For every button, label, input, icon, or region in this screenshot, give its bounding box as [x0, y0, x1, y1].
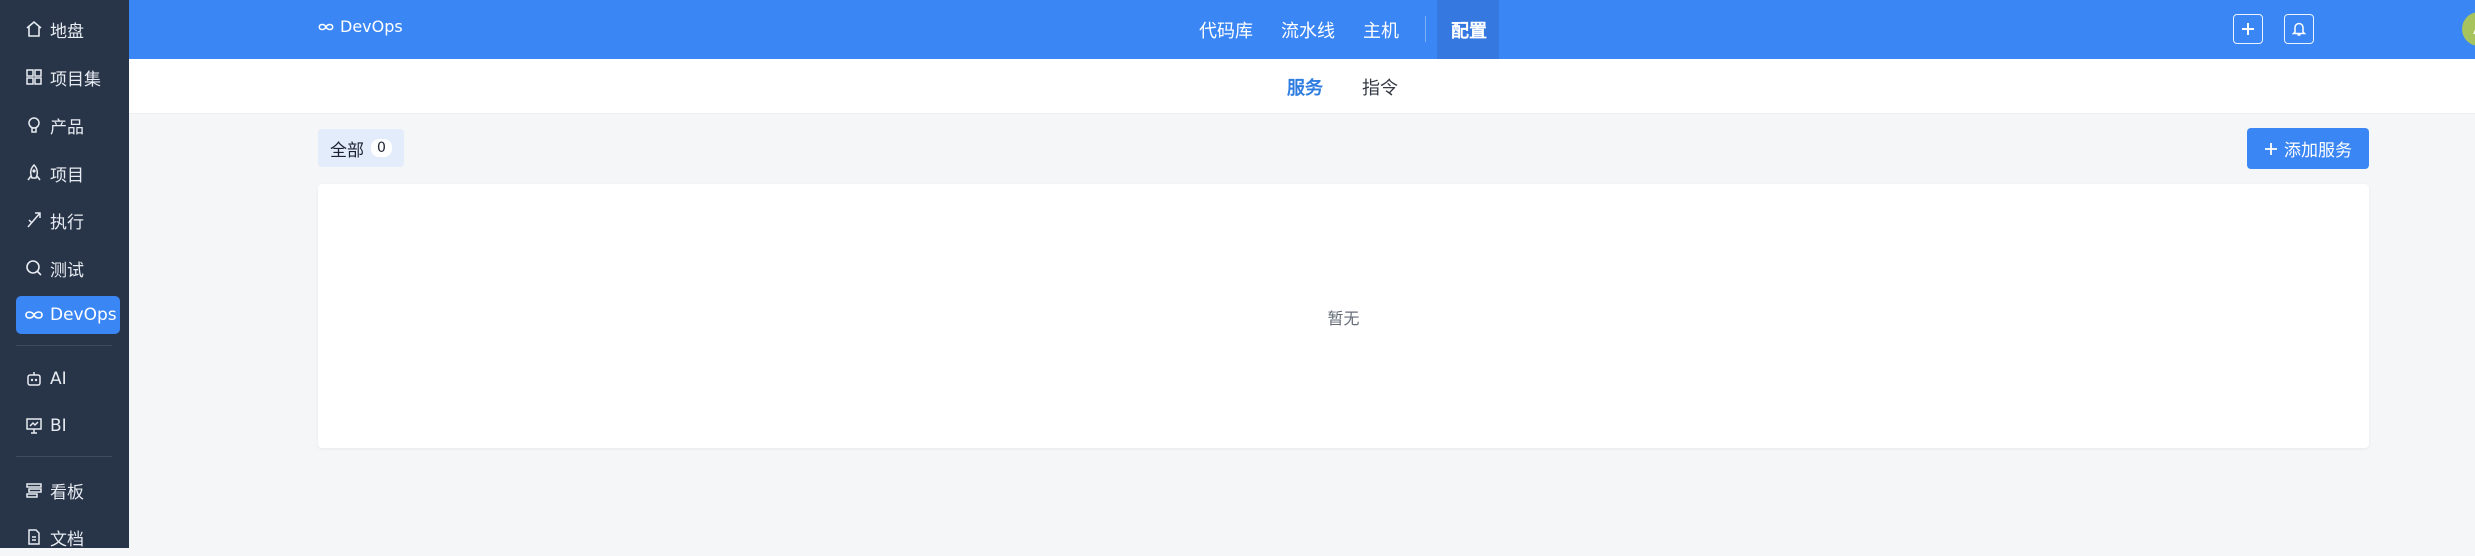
top-menu-host[interactable]: 主机 [1363, 0, 1399, 59]
chart-board-icon [24, 416, 44, 436]
top-menu-label: 代码库 [1199, 20, 1253, 42]
grid-icon [24, 67, 44, 87]
sidebar-divider [16, 345, 112, 346]
create-button[interactable] [2233, 14, 2263, 44]
infinity-icon [317, 22, 335, 32]
bell-icon [2291, 21, 2307, 37]
sidebar-item-label: 产品 [50, 117, 84, 138]
sidebar-item-label: 执行 [50, 212, 84, 233]
sidebar-item-label: 看板 [50, 482, 84, 503]
sidebar-item-dashboard[interactable]: 地盘 [16, 10, 120, 48]
sidebar-item-label: 地盘 [50, 21, 84, 42]
sidebar-item-product[interactable]: 产品 [16, 106, 120, 144]
sidebar: 地盘 项目集 产品 项目 执行 测试 DevOps AI BI 看板 文档 [0, 0, 129, 550]
plus-icon [2264, 142, 2278, 156]
sidebar-item-project[interactable]: 项目 [16, 154, 120, 192]
filter-all-chip[interactable]: 全部 0 [318, 129, 404, 167]
sidebar-item-label: 项目集 [50, 69, 101, 90]
filter-label: 全部 [330, 140, 364, 161]
user-avatar[interactable]: A [2462, 12, 2475, 46]
sidebar-item-execution[interactable]: 执行 [16, 201, 120, 239]
app-brand: DevOps [317, 17, 403, 36]
sidebar-item-label: DevOps [50, 305, 117, 325]
sidebar-item-label: AI [50, 369, 67, 389]
lightbulb-icon [24, 115, 44, 135]
add-service-button[interactable]: 添加服务 [2247, 128, 2369, 169]
top-menu-label: 配置 [1451, 20, 1487, 42]
infinity-icon [24, 305, 44, 325]
robot-icon [24, 369, 44, 389]
sidebar-item-test[interactable]: 测试 [16, 249, 120, 287]
tab-commands[interactable]: 指令 [1362, 74, 1398, 100]
sidebar-item-label: 文档 [50, 529, 84, 550]
notifications-button[interactable] [2284, 14, 2314, 44]
sidebar-divider [16, 456, 112, 457]
rocket-icon [24, 163, 44, 183]
brand-label: DevOps [340, 17, 403, 36]
service-list-panel: 暂无 [318, 184, 2369, 448]
top-menu-repo[interactable]: 代码库 [1199, 0, 1253, 59]
sidebar-item-ai[interactable]: AI [16, 360, 120, 398]
tab-label: 指令 [1362, 78, 1398, 99]
top-bar: DevOps 代码库 流水线 主机 配置 A [129, 0, 2475, 59]
filter-count-badge: 0 [371, 139, 392, 157]
top-menu-label: 主机 [1363, 20, 1399, 42]
sidebar-item-label: 测试 [50, 260, 84, 281]
top-menu-config[interactable]: 配置 [1451, 0, 1487, 59]
sidebar-item-docs[interactable]: 文档 [16, 518, 120, 556]
sub-nav: 服务 指令 [129, 59, 2475, 114]
top-menu-label: 流水线 [1281, 20, 1335, 42]
kanban-icon [24, 480, 44, 500]
home-icon [24, 19, 44, 39]
tab-services[interactable]: 服务 [1287, 74, 1323, 100]
top-menu-pipeline[interactable]: 流水线 [1281, 0, 1335, 59]
plus-icon [2240, 21, 2256, 37]
sidebar-item-program[interactable]: 项目集 [16, 58, 120, 96]
run-icon [24, 210, 44, 230]
sidebar-item-label: BI [50, 416, 67, 436]
document-icon [24, 527, 44, 547]
sidebar-item-devops[interactable]: DevOps [16, 296, 120, 334]
search-icon [24, 258, 44, 278]
tab-label: 服务 [1287, 78, 1323, 99]
sidebar-item-label: 项目 [50, 165, 84, 186]
sidebar-item-bi[interactable]: BI [16, 407, 120, 445]
empty-state-text: 暂无 [1327, 309, 1360, 328]
add-service-label: 添加服务 [2284, 141, 2352, 161]
sidebar-item-kanban[interactable]: 看板 [16, 471, 120, 509]
top-menu-separator [1425, 16, 1426, 42]
